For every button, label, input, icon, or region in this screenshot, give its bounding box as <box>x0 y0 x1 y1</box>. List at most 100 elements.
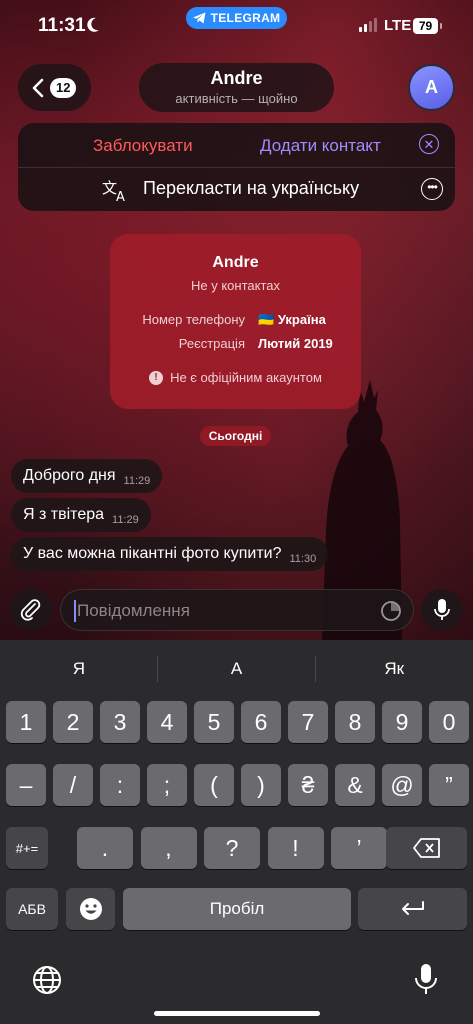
registration-value: Лютий 2019 <box>258 336 333 351</box>
close-panel-button[interactable]: ✕ <box>419 134 439 154</box>
chat-title[interactable]: Andre активність — щойно <box>139 63 334 112</box>
unread-count-badge: 12 <box>50 77 77 98</box>
suggestion-divider <box>315 656 316 682</box>
message-time: 11:29 <box>123 475 151 487</box>
message-input[interactable]: Повідомлення <box>60 589 414 631</box>
symbol-key[interactable]: @ <box>382 764 422 806</box>
punctuation-key[interactable]: ? <box>204 827 260 869</box>
symbol-key[interactable]: ; <box>147 764 187 806</box>
suggestion-2[interactable]: А <box>158 640 316 698</box>
symbols-toggle-key[interactable]: #+= <box>6 827 48 869</box>
symbol-key[interactable]: ( <box>194 764 234 806</box>
symbol-key[interactable]: – <box>6 764 46 806</box>
phone-label: Номер телефону <box>142 312 245 327</box>
globe-icon[interactable] <box>31 964 63 996</box>
battery-icon: 79 <box>413 18 442 34</box>
return-key[interactable] <box>358 888 467 930</box>
message-time: 11:29 <box>112 514 139 526</box>
symbol-key[interactable]: : <box>100 764 140 806</box>
registration-label: Реєстрація <box>178 336 245 351</box>
symbol-key[interactable]: / <box>53 764 93 806</box>
suggestion-3[interactable]: Як <box>315 640 473 698</box>
suggestion-1[interactable]: Я <box>0 640 158 698</box>
activity-status: активність — щойно <box>175 91 298 106</box>
translate-button[interactable]: Перекласти на українську <box>143 178 359 199</box>
telegram-return-pill[interactable]: TELEGRAM <box>186 7 287 29</box>
contact-info-card: Andre Не у контактах Номер телефону 🇺🇦 У… <box>110 234 361 409</box>
phone-value: 🇺🇦 Україна <box>258 312 326 328</box>
digit-key[interactable]: 1 <box>6 701 46 743</box>
home-indicator <box>154 1011 320 1016</box>
phone-country: Україна <box>277 312 326 327</box>
close-icon: ✕ <box>423 136 435 152</box>
sticker-icon[interactable] <box>380 600 402 622</box>
telegram-plane-icon <box>192 12 206 24</box>
attach-button[interactable] <box>10 589 52 631</box>
message-time: 11:30 <box>289 553 317 565</box>
back-button[interactable]: 12 <box>18 64 91 111</box>
svg-text:A: A <box>116 190 125 203</box>
symbol-key[interactable]: & <box>335 764 375 806</box>
digit-key[interactable]: 0 <box>429 701 469 743</box>
digit-key[interactable]: 2 <box>53 701 93 743</box>
message-bubble[interactable]: Я з твітера 11:29 <box>11 498 151 532</box>
digit-key[interactable]: 9 <box>382 701 422 743</box>
battery-level: 79 <box>418 19 433 33</box>
message-bubble[interactable]: Доброго дня 11:29 <box>11 459 163 493</box>
punctuation-key[interactable]: ! <box>267 827 324 869</box>
add-contact-button[interactable]: Додати контакт <box>260 136 381 156</box>
backspace-key[interactable] <box>386 827 467 869</box>
digit-key[interactable]: 8 <box>335 701 375 743</box>
punctuation-key[interactable]: , <box>140 827 197 869</box>
network-type: LTE <box>384 17 412 34</box>
avatar[interactable]: A <box>408 64 455 111</box>
telegram-pill-label: TELEGRAM <box>210 11 281 25</box>
ukraine-flag-icon: 🇺🇦 <box>258 312 275 327</box>
ellipsis-icon: ••• <box>427 180 438 194</box>
punctuation-key[interactable]: ’ <box>331 827 387 869</box>
voice-record-button[interactable] <box>421 589 463 631</box>
date-separator: Сьогодні <box>200 426 271 446</box>
suggestion-divider <box>157 656 158 682</box>
digit-key[interactable]: 7 <box>288 701 328 743</box>
cellular-signal-icon <box>359 18 377 32</box>
official-account-note: ! Не є офіційним акаунтом <box>110 370 361 385</box>
digit-key[interactable]: 5 <box>194 701 234 743</box>
info-card-name: Andre <box>212 254 259 271</box>
official-note-text: Не є офіційним акаунтом <box>170 370 322 385</box>
digit-key[interactable]: 4 <box>147 701 187 743</box>
dictation-microphone-icon[interactable] <box>414 963 438 997</box>
emoji-icon <box>79 898 102 920</box>
message-text: Я з твітера <box>23 506 105 523</box>
symbol-key[interactable]: ” <box>429 764 469 806</box>
message-text: У вас можна пікантні фото купити? <box>23 545 282 562</box>
space-key[interactable]: Пробіл <box>123 888 351 930</box>
digit-key[interactable]: 6 <box>241 701 281 743</box>
microphone-icon <box>434 599 450 620</box>
suggestion-bar: Я А Як <box>0 640 473 698</box>
status-bar: 11:31 TELEGRAM LTE 79 <box>0 0 473 54</box>
backspace-icon <box>412 838 440 858</box>
text-caret <box>74 600 76 622</box>
paperclip-icon <box>20 599 41 621</box>
message-text: Доброго дня <box>23 467 116 484</box>
punctuation-key[interactable]: . <box>77 827 133 869</box>
action-panel: Заблокувати Додати контакт ✕ 文 A Перекла… <box>18 123 455 211</box>
contact-name: Andre <box>210 68 263 88</box>
symbol-key[interactable]: ) <box>241 764 281 806</box>
return-icon <box>401 901 424 915</box>
exclamation-icon: ! <box>149 370 164 385</box>
symbol-key[interactable]: ₴ <box>288 764 328 806</box>
info-card-subtitle: Не у контактах <box>191 278 280 293</box>
block-button[interactable]: Заблокувати <box>93 136 193 156</box>
svg-text:文: 文 <box>102 179 117 197</box>
digit-key[interactable]: 3 <box>100 701 140 743</box>
message-bubble[interactable]: У вас можна пікантні фото купити? 11:30 <box>11 537 329 571</box>
more-options-button[interactable]: ••• <box>421 178 443 200</box>
abc-key[interactable]: АБВ <box>6 888 58 930</box>
divider <box>18 167 455 168</box>
message-placeholder: Повідомлення <box>77 601 190 620</box>
chevron-left-icon <box>32 78 44 97</box>
clock: 11:31 <box>38 15 86 36</box>
emoji-key[interactable] <box>66 888 115 930</box>
